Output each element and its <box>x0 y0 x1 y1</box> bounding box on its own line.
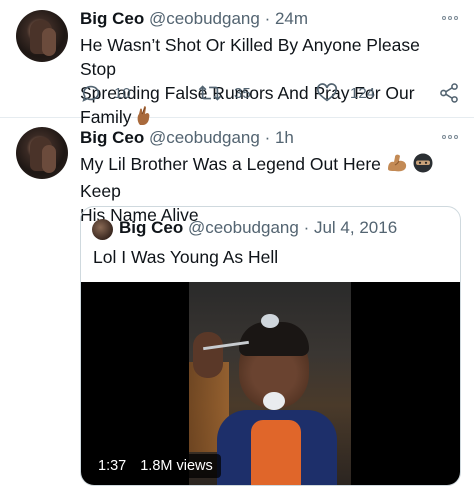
like-icon <box>317 83 337 102</box>
share-icon <box>440 83 458 103</box>
tweet[interactable]: Big Ceo @ceobudgang · 24m He Wasn’t Shot… <box>0 0 474 127</box>
retweet-button[interactable]: 35 <box>198 82 251 104</box>
avatar[interactable] <box>16 10 68 62</box>
tweet-text-line: My Lil Brother Was a Legend Out Here <box>80 154 381 174</box>
author-handle[interactable]: @ceobudgang <box>149 128 260 147</box>
video-player[interactable]: 1:37 1.8M views <box>81 282 460 485</box>
reply-count: 10 <box>114 84 131 102</box>
reply-button[interactable]: 10 <box>80 82 131 104</box>
like-count: 124 <box>350 84 376 102</box>
quoted-tweet[interactable]: Big Ceo @ceobudgang · Jul 4, 2016 Lol I … <box>80 206 461 486</box>
video-info-badge: 1:37 1.8M views <box>90 454 221 478</box>
share-button[interactable] <box>438 82 460 104</box>
quoted-avatar[interactable] <box>92 219 113 240</box>
timestamp[interactable]: 1h <box>275 128 294 147</box>
author-handle[interactable]: @ceobudgang <box>149 9 260 28</box>
video-views: 1.8M views <box>140 458 213 474</box>
tweet-text-line: Keep <box>80 181 121 201</box>
tweet-header: Big Ceo @ceobudgang · 24m <box>80 9 308 29</box>
like-button[interactable]: 124 <box>316 82 375 104</box>
retweet-icon <box>198 85 222 101</box>
tweet-actions: 10 35 124 <box>80 82 464 108</box>
retweet-count: 35 <box>234 84 251 102</box>
separator: · <box>264 128 271 147</box>
more-options-icon[interactable] <box>442 132 460 142</box>
separator: · <box>303 218 310 237</box>
tweet-header: Big Ceo @ceobudgang · 1h <box>80 128 294 148</box>
quoted-author-handle: @ceobudgang <box>187 218 299 237</box>
tweet[interactable]: Big Ceo @ceobudgang · 1h My Lil Brother … <box>0 119 474 489</box>
more-options-icon[interactable] <box>442 13 460 23</box>
quoted-tweet-header: Big Ceo @ceobudgang · Jul 4, 2016 <box>119 218 397 238</box>
reply-icon <box>82 85 100 102</box>
author-name[interactable]: Big Ceo <box>80 9 144 28</box>
video-duration: 1:37 <box>98 458 127 474</box>
ninja-mask-emoji <box>413 153 433 179</box>
avatar[interactable] <box>16 127 68 179</box>
quoted-tweet-text: Lol I Was Young As Hell <box>93 247 279 267</box>
author-name[interactable]: Big Ceo <box>80 128 144 147</box>
tweet-text-line: He Wasn’t Shot Or Killed By Anyone Pleas… <box>80 35 420 79</box>
quoted-author-name: Big Ceo <box>119 218 184 237</box>
flexed-biceps-emoji <box>386 153 408 179</box>
quoted-date: Jul 4, 2016 <box>313 218 398 237</box>
timestamp[interactable]: 24m <box>275 9 308 28</box>
separator: · <box>264 9 271 28</box>
